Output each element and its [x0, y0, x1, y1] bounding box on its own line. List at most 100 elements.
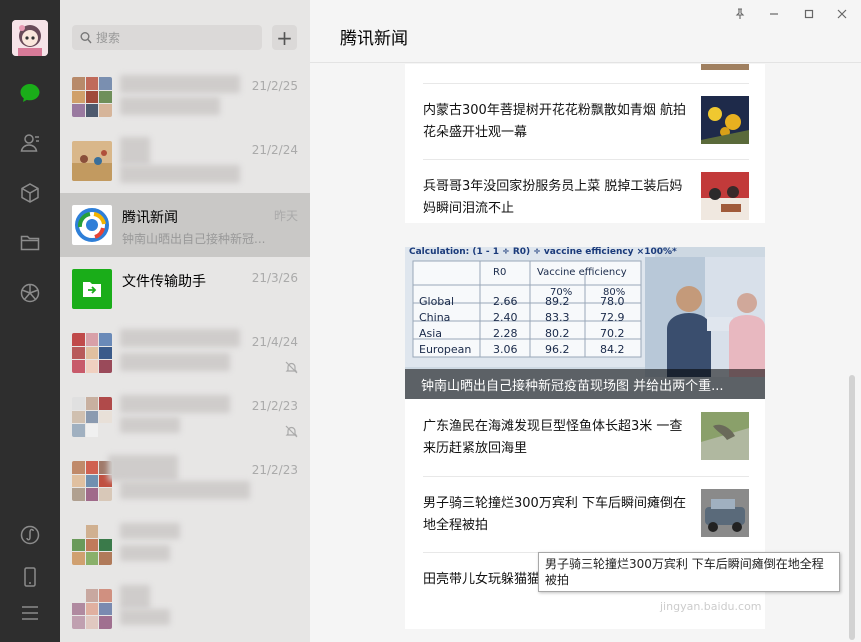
avatar[interactable] [12, 20, 48, 56]
blurred-name [120, 329, 240, 347]
news-card: 内蒙古300年菩提树开花花粉飘散如青烟 航拍花朵盛开壮观一幕 兵哥哥3年没回家扮… [405, 64, 765, 223]
tencent-news-icon [72, 205, 112, 245]
divider [423, 83, 749, 84]
news-item[interactable]: 男子骑三轮撞烂300万宾利 下车后瞬间瘫倒在地全程被拍 [405, 476, 765, 552]
chat-name: 文件传输助手 [122, 274, 206, 290]
pin-icon[interactable] [728, 4, 752, 24]
news-item[interactable]: 内蒙古300年菩提树开花花粉飘散如青烟 航拍花朵盛开壮观一幕 [405, 83, 765, 159]
chat-time: 21/2/24 [251, 143, 298, 157]
blurred-preview [120, 165, 240, 183]
table-cell: 96.2 [545, 343, 570, 356]
hero-caption-bar: 钟南山晒出自己接种新冠疫苗现场图 并给出两个重... [405, 369, 765, 399]
table-cell: Asia [419, 327, 443, 340]
table-header: Vaccine efficiency [537, 267, 627, 278]
table-cell: European [419, 343, 472, 356]
add-button[interactable]: + [272, 25, 297, 50]
table-header: R0 [493, 267, 507, 278]
mute-icon [285, 359, 298, 378]
table-cell: 83.3 [545, 311, 570, 324]
group-avatar [72, 461, 112, 501]
chat-time: 21/4/24 [251, 335, 298, 349]
chat-name: 腾讯新闻 [122, 210, 178, 226]
table-cell: 84.2 [600, 343, 625, 356]
search-placeholder: 搜索 [96, 31, 121, 45]
table-cell: 78.0 [600, 295, 625, 308]
table-cell: 70.2 [600, 327, 625, 340]
file-transfer-icon [72, 269, 112, 309]
group-avatar [72, 525, 112, 565]
chat-time: 21/2/23 [251, 463, 298, 477]
hero-article[interactable]: Calculation: (1 - 1 ÷ R0) ÷ vaccine effi… [405, 247, 765, 399]
table-formula: Calculation: (1 - 1 ÷ R0) ÷ vaccine effi… [409, 247, 677, 257]
chat-time: 21/3/26 [251, 271, 298, 285]
blurred-preview [120, 97, 220, 115]
news-thumbnail [701, 172, 749, 220]
news-thumbnail [701, 96, 749, 144]
chat-item[interactable]: 21/2/24 [60, 129, 310, 193]
close-icon[interactable] [830, 4, 854, 24]
news-headline: 兵哥哥3年没回家扮服务员上菜 脱掉工装后妈妈瞬间泪流不止 [423, 179, 683, 216]
sidebar-rail [0, 0, 60, 642]
group-avatar [72, 589, 112, 629]
table-cell: 2.28 [493, 327, 518, 340]
chat-item[interactable]: 21/4/24 [60, 321, 310, 385]
chat-item[interactable] [60, 513, 310, 577]
tooltip-text: 男子骑三轮撞烂300万宾利 下车后瞬间瘫倒在地全程被拍 [545, 557, 824, 587]
table-cell: 2.40 [493, 311, 518, 324]
blurred-name [120, 137, 150, 165]
chat-time: 21/2/25 [251, 79, 298, 93]
contacts-icon[interactable] [15, 128, 45, 158]
blurred-name [120, 523, 180, 539]
blurred-preview [120, 353, 230, 371]
vaccination-photo [645, 257, 765, 377]
phone-icon[interactable] [15, 562, 45, 592]
group-avatar [72, 397, 112, 437]
mute-icon [285, 423, 298, 442]
minimize-icon[interactable] [762, 4, 786, 24]
chat-time: 昨天 [273, 209, 298, 223]
chat-item[interactable]: 21/2/23 [60, 449, 310, 513]
menu-icon[interactable] [15, 598, 45, 628]
news-item[interactable]: 广东渔民在海滩发现巨型怪鱼体长超3米 一查来历赶紧放回海里 [405, 399, 765, 475]
search-icon [80, 30, 92, 49]
chat-preview: 钟南山晒出自己接种新冠... [122, 232, 266, 246]
miniprogram-icon[interactable] [15, 520, 45, 550]
hero-caption: 钟南山晒出自己接种新冠疫苗现场图 并给出两个重... [421, 379, 724, 394]
table-cell: 3.06 [493, 343, 518, 356]
maximize-icon[interactable] [797, 4, 821, 24]
divider [423, 476, 749, 477]
news-card: 广东渔民在海滩发现巨型怪鱼体长超3米 一查来历赶紧放回海里 男子骑三轮撞烂300… [405, 399, 765, 629]
chat-item[interactable] [60, 577, 310, 641]
table-cell: 72.9 [600, 311, 625, 324]
blurred-preview [120, 609, 170, 625]
news-headline: 广东渔民在海滩发现巨型怪鱼体长超3米 一查来历赶紧放回海里 [423, 419, 683, 456]
chat-item-file-transfer[interactable]: 文件传输助手 21/3/26 [60, 257, 310, 321]
table-cell: 2.66 [493, 295, 518, 308]
table-cell: China [419, 311, 451, 324]
blurred-name [120, 75, 240, 93]
chat-item[interactable]: 21/2/25 [60, 65, 310, 129]
chat-item-tencent-news[interactable]: 腾讯新闻 钟南山晒出自己接种新冠... 昨天 [60, 193, 310, 257]
blurred-preview [120, 481, 250, 499]
files-icon[interactable] [15, 228, 45, 258]
tooltip: 男子骑三轮撞烂300万宾利 下车后瞬间瘫倒在地全程被拍 [538, 552, 840, 592]
table-cell: 80.2 [545, 327, 570, 340]
blurred-name [108, 455, 178, 481]
watermark: jingyan.baidu.com [660, 600, 762, 613]
news-thumbnail-partial [701, 64, 749, 70]
favorites-icon[interactable] [15, 178, 45, 208]
divider [423, 159, 749, 160]
scrollbar[interactable] [849, 375, 855, 640]
chat-item[interactable]: 21/2/23 [60, 385, 310, 449]
page-title: 腾讯新闻 [340, 29, 408, 49]
news-item[interactable]: 兵哥哥3年没回家扮服务员上菜 脱掉工装后妈妈瞬间泪流不止 [405, 159, 765, 235]
chat-icon[interactable] [15, 78, 45, 108]
table-cell: Global [419, 295, 455, 308]
search-input[interactable]: 搜索 [72, 25, 262, 50]
moments-icon[interactable] [15, 278, 45, 308]
blurred-name [120, 395, 230, 413]
news-headline: 内蒙古300年菩提树开花花粉飘散如青烟 航拍花朵盛开壮观一幕 [423, 103, 686, 140]
blurred-name [120, 585, 150, 609]
table-cell: 89.2 [545, 295, 570, 308]
chat-time: 21/2/23 [251, 399, 298, 413]
